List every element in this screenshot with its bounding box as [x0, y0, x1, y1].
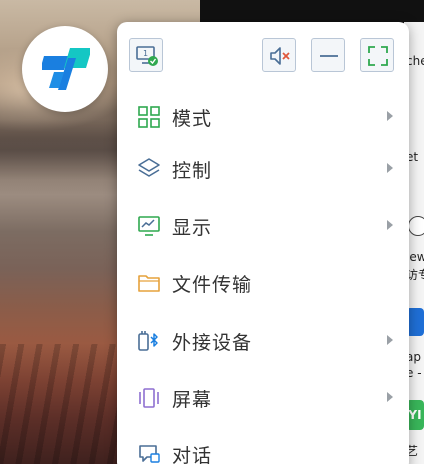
menu-item-label: 外接设备	[172, 332, 253, 354]
background-circle	[408, 216, 424, 236]
minimize-button[interactable]	[311, 38, 345, 72]
menu-item-label: 屏幕	[172, 389, 213, 411]
desktop: che et iew 访专 ap e - YI 艺 1	[0, 0, 424, 464]
floating-menu: 1 模式 控制 显示 文件传输 外接设备 屏幕 对话	[117, 22, 409, 464]
screen-number: 1	[143, 49, 148, 58]
menu-item-screen[interactable]: 屏幕	[117, 373, 409, 423]
menu-item-label: 模式	[172, 108, 213, 130]
menu-item-label: 文件传输	[172, 274, 253, 296]
grid-icon	[138, 106, 160, 128]
menu-item-mode[interactable]: 模式	[117, 92, 409, 142]
submenu-arrow-icon	[387, 220, 393, 230]
folder-icon	[138, 275, 160, 292]
app-logo-button[interactable]	[22, 26, 108, 112]
speaker-muted-icon	[270, 47, 290, 65]
screen-select-button[interactable]: 1	[129, 38, 163, 72]
fullscreen-button[interactable]	[360, 38, 394, 72]
submenu-arrow-icon	[387, 163, 393, 173]
menu-item-control[interactable]: 控制	[117, 144, 409, 194]
layers-icon	[138, 158, 160, 177]
menu-item-label: 控制	[172, 160, 213, 182]
minimize-icon	[320, 55, 338, 57]
menu-item-label: 对话	[172, 445, 213, 464]
menu-toolbar: 1	[117, 22, 409, 88]
menu-item-display[interactable]: 显示	[117, 201, 409, 251]
submenu-arrow-icon	[387, 335, 393, 345]
screens-icon	[139, 388, 159, 408]
menu-item-label: 显示	[172, 217, 213, 239]
menu-item-peripherals[interactable]: 外接设备	[117, 316, 409, 366]
menu-item-file-transfer[interactable]: 文件传输	[117, 258, 409, 308]
monitor-chart-icon	[138, 216, 160, 236]
bluetooth-device-icon	[138, 331, 158, 351]
submenu-arrow-icon	[387, 392, 393, 402]
submenu-arrow-icon	[387, 111, 393, 121]
menu-item-chat[interactable]: 对话	[117, 429, 409, 464]
fullscreen-icon	[368, 46, 388, 66]
mute-button[interactable]	[262, 38, 296, 72]
chat-icon	[139, 445, 160, 463]
app-logo-icon	[42, 48, 90, 90]
monitor-check-icon: 1	[136, 46, 158, 66]
